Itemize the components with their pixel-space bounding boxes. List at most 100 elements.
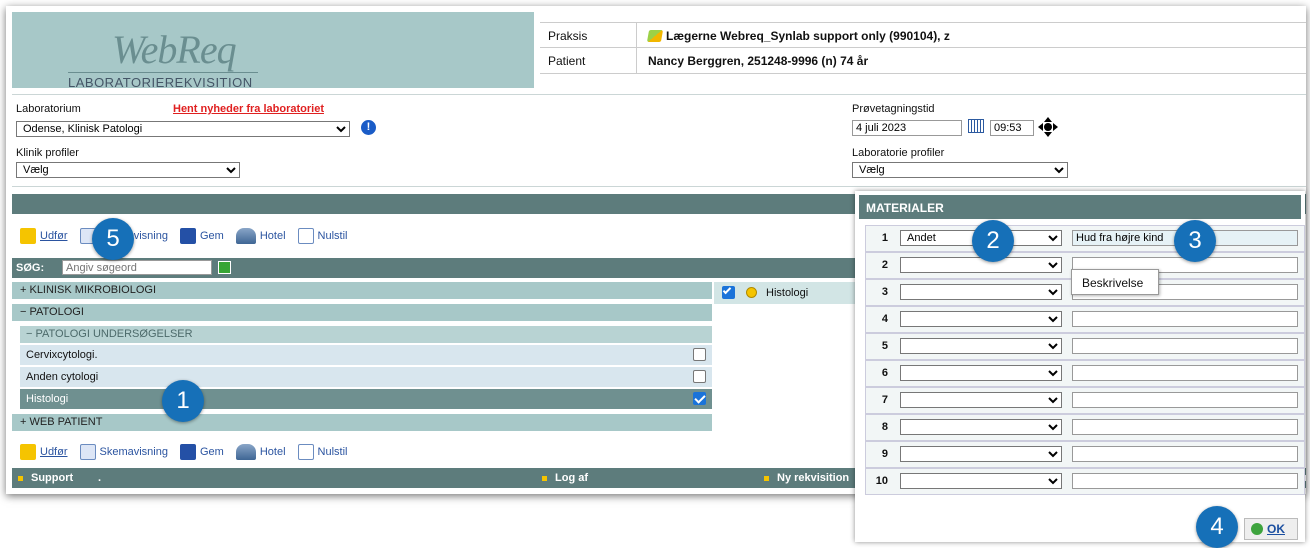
gem-button[interactable]: Gem: [200, 446, 224, 458]
hotel-icon: [235, 444, 256, 460]
item-label: Anden cytologi: [26, 371, 99, 383]
list-item-histologi[interactable]: Histologi: [20, 389, 712, 410]
info-icon[interactable]: !: [361, 120, 376, 135]
nulstil-button[interactable]: Nulstil: [318, 446, 348, 458]
material-row-number: 5: [881, 340, 888, 352]
footer-dot: .: [98, 472, 102, 484]
material-type-select[interactable]: [900, 311, 1062, 327]
material-type-select[interactable]: [900, 257, 1062, 273]
skemavisning-button[interactable]: Skemavisning: [100, 446, 168, 458]
step-badge-2: 2: [972, 220, 1014, 262]
hotel-button[interactable]: Hotel: [260, 446, 286, 458]
material-type-select[interactable]: [900, 446, 1062, 462]
material-row-number: 10: [875, 475, 888, 487]
material-description-input[interactable]: [1072, 311, 1298, 327]
time-input[interactable]: [990, 120, 1034, 136]
material-row-number: 1: [881, 232, 888, 244]
nulstil-button[interactable]: Nulstil: [318, 230, 348, 242]
material-row: 5: [865, 333, 1305, 360]
list-item-cervixcytologi[interactable]: Cervixcytologi.: [20, 345, 712, 366]
list-item-anden-cytologi[interactable]: Anden cytologi: [20, 367, 712, 388]
material-type-select[interactable]: [900, 473, 1062, 489]
material-row: 9: [865, 441, 1305, 468]
time-stepper-icon[interactable]: [1038, 117, 1058, 137]
search-go-icon[interactable]: [218, 261, 231, 274]
material-type-select[interactable]: [900, 284, 1062, 300]
search-label: SØG:: [16, 262, 45, 274]
material-description-input[interactable]: [1072, 419, 1298, 435]
material-row: 6: [865, 360, 1305, 387]
ny-rekvisition-link[interactable]: Ny rekvisition: [764, 472, 849, 484]
search-input[interactable]: [62, 260, 212, 275]
lab-profiler-label: Laboratorie profiler: [852, 147, 945, 159]
calendar-icon[interactable]: [968, 119, 984, 133]
material-row: 1 Andet: [865, 225, 1305, 252]
hotel-button[interactable]: Hotel: [260, 230, 286, 242]
logo-title: WebReq: [112, 27, 237, 72]
materialer-dialog: MATERIALER 1Andet2345678910: [855, 191, 1305, 542]
pencil-icon: [646, 30, 664, 42]
material-type-select[interactable]: [900, 392, 1062, 408]
selected-item-histologi[interactable]: Histologi: [714, 282, 860, 304]
material-row: 7: [865, 387, 1305, 414]
support-link[interactable]: Support: [18, 472, 73, 484]
item-label: Cervixcytologi.: [26, 349, 98, 361]
log-af-link[interactable]: Log af: [542, 472, 588, 484]
hotel-icon: [235, 228, 256, 244]
material-row-number: 7: [881, 394, 888, 406]
material-row: 10: [865, 468, 1305, 495]
checkbox[interactable]: [693, 370, 706, 383]
material-description-input[interactable]: [1072, 365, 1298, 381]
material-row-number: 3: [881, 286, 888, 298]
item-label: Histologi: [26, 393, 69, 405]
lab-profiler-select[interactable]: Vælg: [852, 162, 1068, 178]
material-row: 8: [865, 414, 1305, 441]
laboratorium-select[interactable]: Odense, Klinisk Patologi: [16, 121, 350, 137]
patient-label: Patient: [548, 54, 586, 68]
patient-value: Nancy Berggren, 251248-9996 (n) 74 år: [648, 54, 869, 68]
material-description-input[interactable]: [1072, 338, 1298, 354]
ok-label: OK: [1267, 522, 1285, 536]
table-icon: [79, 444, 96, 460]
klinik-profiler-select[interactable]: Vælg: [16, 162, 240, 178]
material-description-input[interactable]: [1072, 473, 1298, 489]
category-patologi[interactable]: − PATOLOGI: [12, 304, 712, 321]
date-input[interactable]: [852, 120, 962, 136]
selected-checkbox[interactable]: [722, 285, 735, 299]
udfor-button[interactable]: Udfør: [40, 230, 68, 242]
ok-button[interactable]: OK: [1244, 518, 1298, 540]
document-icon: [297, 228, 314, 244]
material-row-number: 6: [881, 367, 888, 379]
material-row: 4: [865, 306, 1305, 333]
material-description-input[interactable]: [1072, 446, 1298, 462]
logo-panel: WebReq LABORATORIEREKVISITION: [12, 12, 534, 90]
material-description-input[interactable]: [1072, 392, 1298, 408]
klinik-profiler-label: Klinik profiler: [16, 147, 79, 159]
patient-row: Patient Nancy Berggren, 251248-9996 (n) …: [540, 48, 1306, 74]
material-type-select[interactable]: [900, 338, 1062, 354]
material-type-select[interactable]: [900, 419, 1062, 435]
material-type-select[interactable]: [900, 365, 1062, 381]
checkbox[interactable]: [693, 392, 706, 405]
category-klinisk-mikrobiologi[interactable]: + KLINISK MIKROBIOLOGI: [12, 282, 712, 299]
logo-subtitle: LABORATORIEREKVISITION: [68, 75, 253, 90]
save-icon: [179, 228, 196, 244]
step-badge-1: 1: [162, 380, 204, 422]
check-icon: [20, 228, 36, 244]
save-icon: [179, 444, 196, 460]
checkbox[interactable]: [693, 348, 706, 361]
laboratorium-label: Laboratorium: [16, 103, 81, 115]
material-row-number: 9: [881, 448, 888, 460]
step-badge-3: 3: [1174, 220, 1216, 262]
material-row-number: 4: [881, 313, 888, 325]
category-web-patient[interactable]: + WEB PATIENT: [12, 414, 712, 431]
udfor-button[interactable]: Udfør: [40, 446, 68, 458]
category-patologi-undersogelser[interactable]: − PATOLOGI UNDERSØGELSER: [20, 326, 712, 343]
document-icon: [297, 444, 314, 460]
toolbar-top: Udfør Skemavisning Gem Hotel Nulstil: [20, 228, 347, 244]
beskrivelse-tooltip: Beskrivelse: [1071, 269, 1159, 295]
status-dot-icon: [746, 287, 757, 298]
gem-button[interactable]: Gem: [200, 230, 224, 242]
news-link[interactable]: Hent nyheder fra laboratoriet: [173, 103, 324, 115]
material-row-number: 2: [881, 259, 888, 271]
